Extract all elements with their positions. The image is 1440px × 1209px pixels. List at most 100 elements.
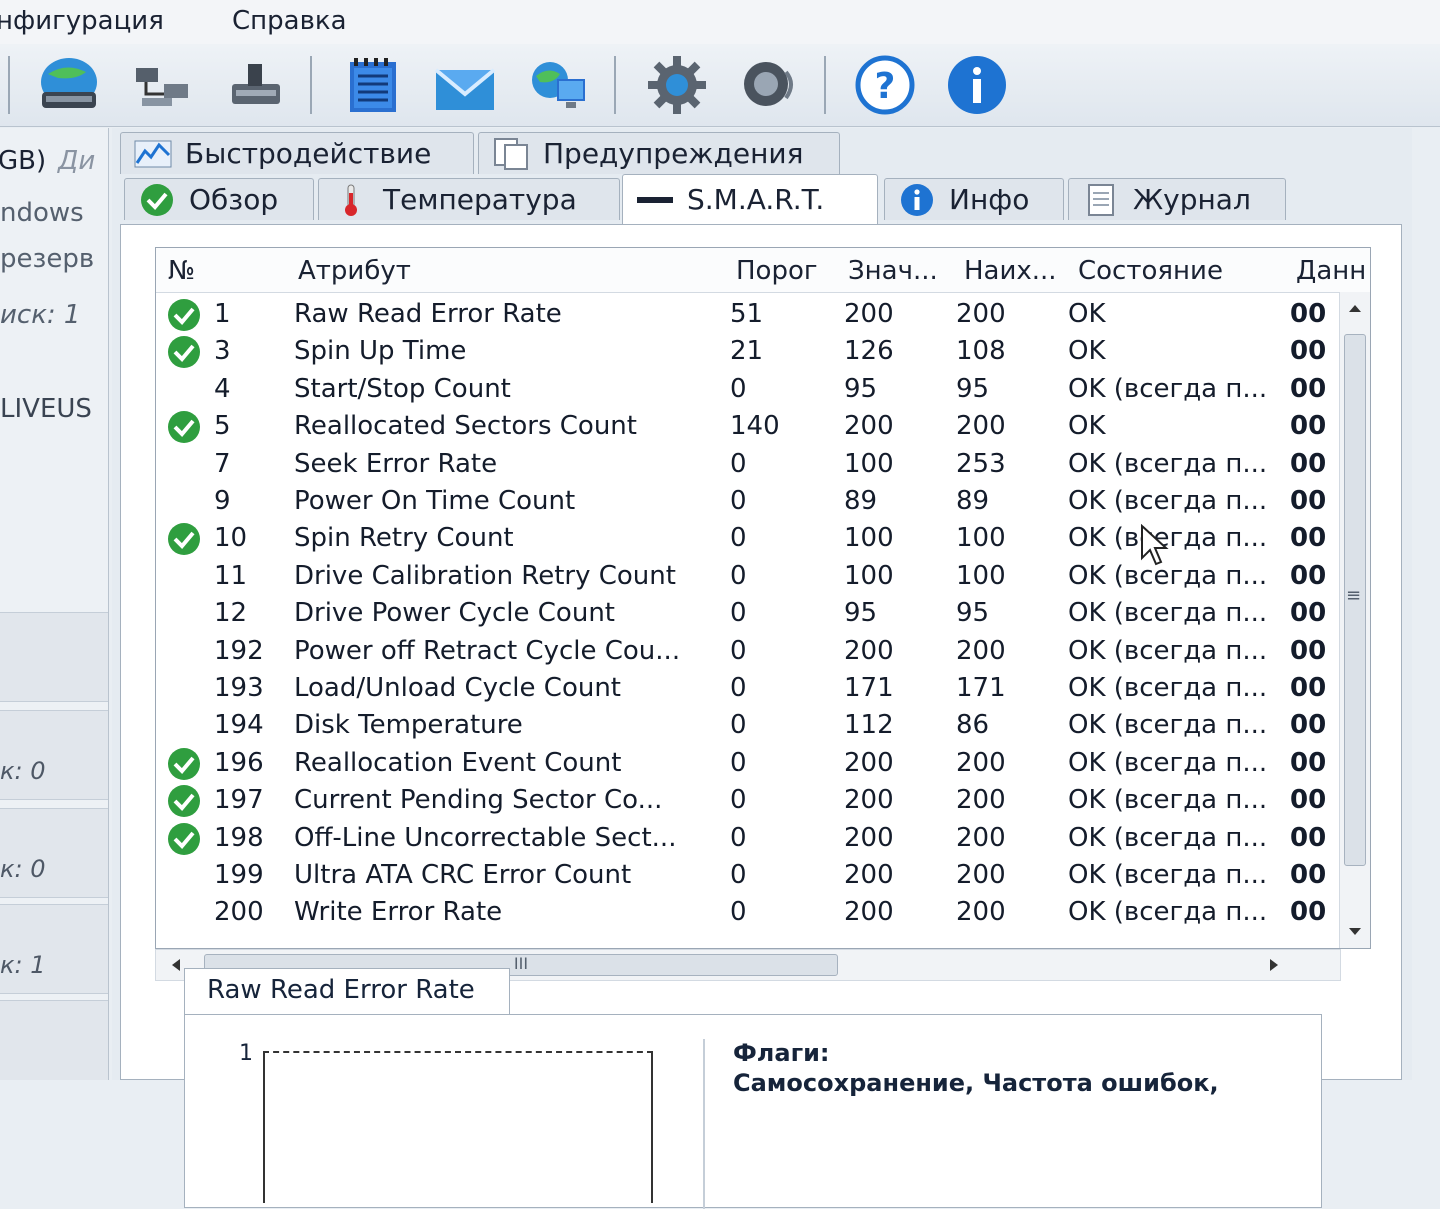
cell-worst: 95 <box>956 598 990 629</box>
table-row[interactable]: 193 Load/Unload Cycle Count 0 171 171 OK (все… <box>156 670 1370 707</box>
scroll-down-icon[interactable] <box>1347 926 1363 938</box>
table-row[interactable]: 10 Spin Retry Count 0 100 100 OK (всегда п...… <box>156 520 1370 557</box>
tab-smart[interactable]: S.M.A.R.T. <box>622 174 878 224</box>
scroll-up-icon[interactable] <box>1347 302 1363 314</box>
check-icon <box>168 411 200 444</box>
info-icon <box>901 183 933 216</box>
tab-warnings[interactable]: Предупреждения <box>478 132 840 174</box>
globe-monitor-icon[interactable] <box>524 54 590 116</box>
column-header-value[interactable]: Знач... <box>848 256 938 286</box>
cell-status: OK (всегда п... <box>1068 897 1268 928</box>
cell-worst: 253 <box>956 448 1006 479</box>
cell-value: 95 <box>844 598 878 629</box>
cell-number: 10 <box>214 523 248 554</box>
cell-value: 89 <box>844 486 878 516</box>
cell-number: 11 <box>214 560 248 591</box>
cell-attribute: Load/Unload Cycle Count <box>294 673 622 703</box>
scroll-right-icon[interactable] <box>1268 958 1280 972</box>
info-icon[interactable] <box>944 54 1010 116</box>
column-header-threshold[interactable]: Порог <box>736 256 818 286</box>
tab-log[interactable]: Журнал <box>1068 178 1286 220</box>
performance-chart-icon <box>134 140 172 167</box>
cell-worst: 200 <box>956 747 1006 778</box>
column-header-data[interactable]: Данн <box>1296 256 1366 286</box>
cell-data: 00 <box>1290 523 1327 554</box>
detail-panel: 1 Флаги: Самосохранение, Частота ошибок, <box>184 1014 1322 1209</box>
dash-icon <box>637 196 673 203</box>
cell-data: 00 <box>1290 822 1327 853</box>
table-row[interactable]: 192 Power off Retract Cycle Cou... 0 200 200… <box>156 633 1370 670</box>
table-row[interactable]: 7 Seek Error Rate 0 100 253 OK (всегда п... 00 <box>156 446 1370 483</box>
cell-number: 199 <box>214 860 264 890</box>
table-row[interactable]: 3 Spin Up Time 21 126 108 OK 00 <box>156 333 1370 370</box>
disk-card[interactable]: к: 0 <box>0 808 108 898</box>
cell-attribute: Off-Line Uncorrectable Sect... <box>294 822 677 853</box>
table-row[interactable]: 9 Power On Time Count 0 89 89 OK (всегда п...… <box>156 483 1370 520</box>
tab-temperature[interactable]: Температура <box>318 178 620 220</box>
cell-value: 112 <box>844 710 894 741</box>
table-row[interactable]: 4 Start/Stop Count 0 95 95 OK (всегда п... 00 <box>156 371 1370 408</box>
disk-card[interactable]: к: 0 <box>0 710 108 800</box>
tab-performance[interactable]: Быстродействие <box>120 132 474 174</box>
cell-number: 12 <box>214 598 248 629</box>
cell-worst: 89 <box>956 486 990 516</box>
cell-data: 00 <box>1290 785 1327 816</box>
cell-status: OK (всегда п... <box>1068 785 1268 816</box>
cell-threshold: 0 <box>730 448 747 479</box>
cell-attribute: Spin Up Time <box>294 336 467 367</box>
check-icon <box>168 785 200 818</box>
table-row[interactable]: 198 Off-Line Uncorrectable Sect... 0 200 200… <box>156 820 1370 857</box>
tab-label: Обзор <box>189 183 279 216</box>
cell-status: OK (всегда п... <box>1068 598 1268 629</box>
column-header-number[interactable]: № <box>168 256 195 286</box>
scan-drive-icon[interactable] <box>222 54 288 116</box>
tab-overview[interactable]: Обзор <box>124 178 314 220</box>
notepad-icon[interactable] <box>340 54 406 116</box>
mail-icon[interactable] <box>432 54 498 116</box>
menu-help[interactable]: Справка <box>232 6 347 36</box>
column-header-worst[interactable]: Наих... <box>964 256 1057 286</box>
cell-status: OK (всегда п... <box>1068 523 1268 554</box>
vertical-scrollbar[interactable]: ≡ <box>1339 292 1370 948</box>
help-icon[interactable]: ? <box>852 54 918 116</box>
scroll-left-icon[interactable] <box>170 958 182 972</box>
disk-card[interactable] <box>0 612 108 702</box>
table-row[interactable]: 194 Disk Temperature 0 112 86 OK (всегда п...… <box>156 707 1370 744</box>
cell-number: 192 <box>214 635 264 666</box>
table-row[interactable]: 1 Raw Read Error Rate 51 200 200 OK 00 <box>156 296 1370 333</box>
cell-value: 100 <box>844 523 894 554</box>
speaker-icon[interactable] <box>736 54 802 116</box>
table-row[interactable]: 200 Write Error Rate 0 200 200 OK (всегда п..… <box>156 894 1370 931</box>
divider <box>703 1039 705 1209</box>
menu-configuration[interactable]: нфигурация <box>0 6 164 36</box>
globe-drive-icon[interactable] <box>36 54 102 116</box>
check-icon <box>168 336 200 369</box>
cell-threshold: 51 <box>730 299 764 329</box>
detail-tab[interactable]: Raw Read Error Rate <box>184 968 510 1016</box>
column-header-status[interactable]: Состояние <box>1078 256 1223 286</box>
cell-threshold: 0 <box>730 486 747 516</box>
cell-number: 197 <box>214 785 264 816</box>
table-row[interactable]: 197 Current Pending Sector Co... 0 200 200 OK… <box>156 782 1370 819</box>
disk-card[interactable]: к: 1 <box>0 904 108 994</box>
disk-card[interactable] <box>0 1000 108 1080</box>
cell-value: 200 <box>844 897 894 928</box>
cell-status: OK <box>1068 299 1106 329</box>
cell-threshold: 0 <box>730 373 747 404</box>
cell-status: OK (всегда п... <box>1068 560 1268 591</box>
tab-info[interactable]: Инфо <box>884 178 1064 220</box>
tab-label: Инфо <box>949 183 1030 216</box>
table-row[interactable]: 5 Reallocated Sectors Count 140 200 200 OK 00 <box>156 408 1370 445</box>
table-row[interactable]: 12 Drive Power Cycle Count 0 95 95 OK (всегда… <box>156 595 1370 632</box>
table-row[interactable]: 199 Ultra ATA CRC Error Count 0 200 200 OK (в… <box>156 857 1370 894</box>
disk-number-label: иск: 1 <box>0 300 81 330</box>
vertical-scroll-thumb[interactable]: ≡ <box>1344 334 1366 866</box>
cell-data: 00 <box>1290 635 1327 666</box>
table-row[interactable]: 196 Reallocation Event Count 0 200 200 OK (вс… <box>156 745 1370 782</box>
table-row[interactable]: 11 Drive Calibration Retry Count 0 100 100 OK… <box>156 558 1370 595</box>
column-header-attribute[interactable]: Атрибут <box>298 256 411 286</box>
gear-icon[interactable] <box>644 54 710 116</box>
scroll-grip: ≡ <box>1346 585 1362 606</box>
network-icon[interactable] <box>128 54 194 116</box>
tab-label: S.M.A.R.T. <box>687 183 825 216</box>
